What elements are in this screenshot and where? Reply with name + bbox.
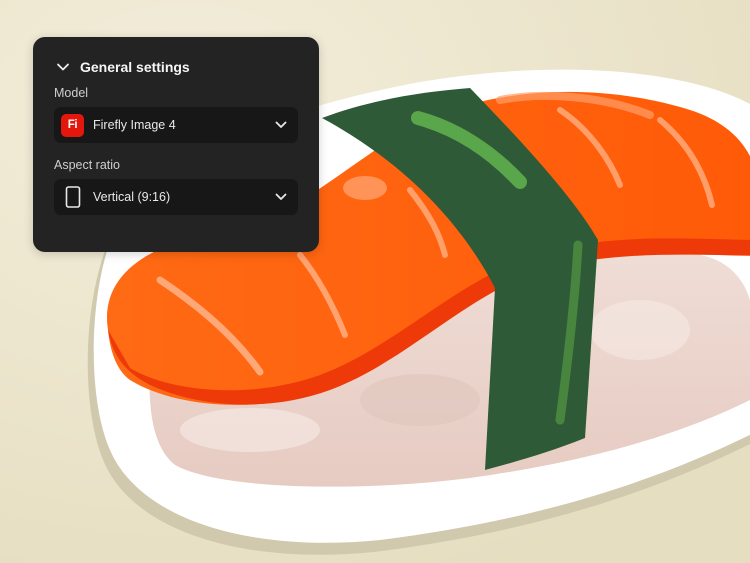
rice-shade	[360, 374, 480, 426]
rice-highlight-2	[590, 300, 690, 360]
panel-title: General settings	[80, 59, 190, 75]
firefly-logo-icon: Fi	[61, 113, 84, 137]
aspect-ratio-select[interactable]: Vertical (9:16)	[54, 179, 298, 215]
aspect-ratio-value: Vertical (9:16)	[93, 190, 171, 204]
chevron-down-icon[interactable]	[274, 118, 288, 132]
model-select[interactable]: Fi Firefly Image 4	[54, 107, 298, 143]
general-settings-header[interactable]: General settings	[56, 57, 298, 77]
firefly-logo-text: Fi	[67, 119, 78, 131]
chevron-down-icon[interactable]	[274, 190, 288, 204]
aspect-ratio-label: Aspect ratio	[54, 158, 121, 172]
rice-highlight	[180, 408, 320, 452]
model-label: Model	[54, 86, 89, 100]
general-settings-panel: General settings Model Fi Firefly Image …	[33, 37, 319, 252]
portrait-rectangle-icon	[61, 186, 84, 209]
chevron-down-icon[interactable]	[56, 60, 70, 74]
model-select-value: Firefly Image 4	[93, 118, 176, 132]
salmon-shine	[343, 176, 387, 200]
